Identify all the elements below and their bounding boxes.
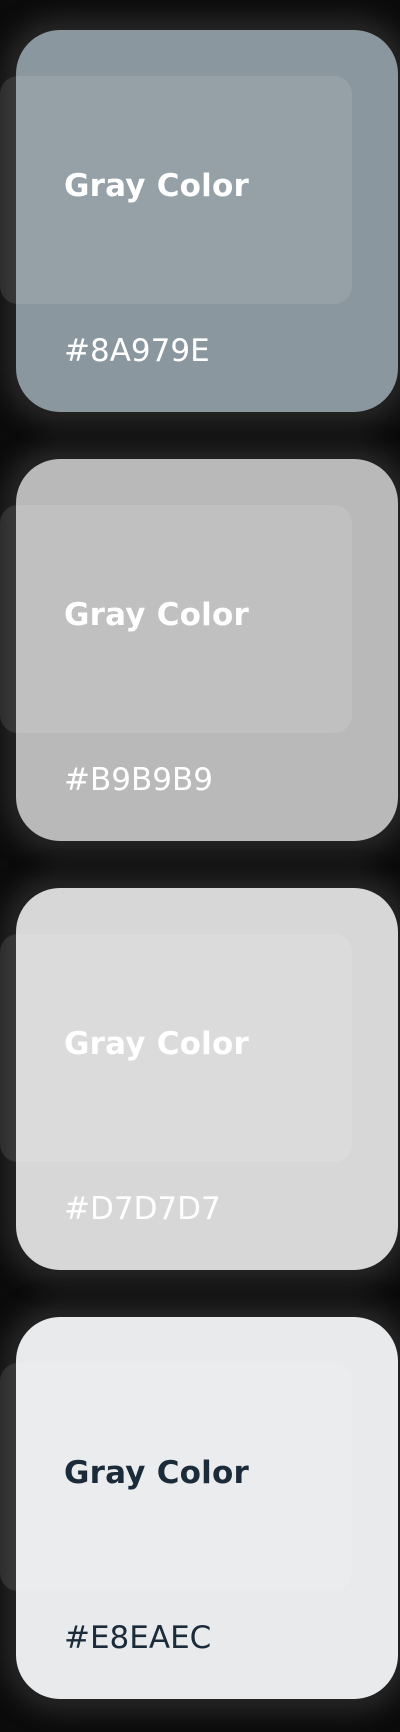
color-swatch-list: Gray Color #8A979E Gray Color #B9B9B9 Gr… [0, 0, 400, 1732]
swatch-title: Gray Color [64, 1455, 249, 1491]
color-swatch-card: Gray Color #D7D7D7 [0, 888, 398, 1270]
swatch-title: Gray Color [64, 168, 249, 204]
swatch-hex-code: #8A979E [64, 333, 210, 369]
swatch-hex-code: #B9B9B9 [64, 762, 213, 798]
swatch-title: Gray Color [64, 1026, 249, 1062]
swatch-title: Gray Color [64, 597, 249, 633]
swatch-hex-code: #E8EAEC [64, 1620, 212, 1656]
color-swatch-card: Gray Color #8A979E [0, 30, 398, 412]
color-swatch-card: Gray Color #B9B9B9 [0, 459, 398, 841]
swatch-hex-code: #D7D7D7 [64, 1191, 221, 1227]
color-swatch-card: Gray Color #E8EAEC [0, 1317, 398, 1699]
